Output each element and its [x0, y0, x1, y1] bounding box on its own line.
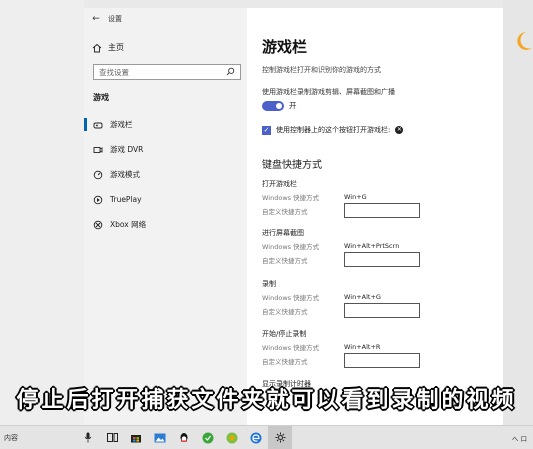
- sidebar-nav: 游戏栏 游戏 DVR 游戏模式 TruePlay Xbox 网络: [84, 112, 247, 237]
- custom-shortcut-input[interactable]: [344, 203, 420, 218]
- dvr-icon: [93, 145, 103, 155]
- windows-shortcut-row: Windows 快捷方式 Win+Alt+G: [262, 292, 492, 302]
- home-label: 主页: [108, 43, 124, 52]
- task-view-icon[interactable]: [100, 426, 124, 449]
- windows-shortcut-value: Win+G: [344, 193, 367, 201]
- game-bar-icon: [93, 120, 103, 130]
- main-content: 游戏栏 控制游戏栏打开和识别你的游戏的方式 使用游戏栏录制游戏剪辑、屏幕截图和广…: [262, 8, 503, 425]
- 360-icon[interactable]: [220, 426, 244, 449]
- video-caption: 停止后打开捕获文件夹就可以看到录制的视频: [16, 388, 517, 413]
- trueplay-icon: [93, 195, 103, 205]
- home-link[interactable]: 主页: [92, 42, 124, 53]
- custom-shortcut-row: 自定义快捷方式: [262, 302, 492, 319]
- sidebar-item-label: Xbox 网络: [110, 220, 147, 229]
- shortcut-name: 打开游戏栏: [262, 180, 297, 188]
- titlebar: ← 设置: [84, 8, 247, 30]
- custom-shortcut-label: 自定义快捷方式: [262, 357, 308, 366]
- microphone-icon[interactable]: [76, 426, 100, 449]
- qq-icon[interactable]: [172, 426, 196, 449]
- sidebar-item-game-bar[interactable]: 游戏栏: [84, 112, 247, 137]
- sidebar-item-xbox-network[interactable]: Xbox 网络: [84, 212, 247, 237]
- app-icon[interactable]: [196, 426, 220, 449]
- shortcut-group-open-game-bar: 打开游戏栏 Windows 快捷方式 Win+G 自定义快捷方式: [262, 179, 492, 219]
- shortcut-name: 进行屏幕截图: [262, 229, 304, 237]
- photos-icon[interactable]: [148, 426, 172, 449]
- controller-button-checkbox[interactable]: ✓: [262, 125, 271, 135]
- home-icon: [92, 43, 102, 53]
- windows-shortcut-row: Windows 快捷方式 Win+Alt+R: [262, 342, 492, 352]
- windows-shortcut-label: Windows 快捷方式: [262, 344, 320, 352]
- search-icon: [226, 67, 235, 78]
- moon-icon: [517, 32, 532, 50]
- custom-shortcut-label: 自定义快捷方式: [262, 307, 308, 316]
- sidebar-item-game-mode[interactable]: 游戏模式: [84, 162, 247, 187]
- custom-shortcut-label: 自定义快捷方式: [262, 207, 308, 216]
- shortcut-name: 录制: [262, 280, 276, 288]
- game-mode-icon: [93, 170, 103, 180]
- toggle-state-label: 开: [289, 101, 297, 110]
- custom-shortcut-row: 自定义快捷方式: [262, 202, 492, 219]
- settings-icon[interactable]: [268, 426, 292, 449]
- controller-checkbox-label: 使用控制器上的这个按钮打开游戏栏:: [276, 126, 391, 134]
- sidebar: ← 设置 主页 查找设置 游戏 游戏栏 游戏 DVR 游戏模式 TruePlay…: [84, 8, 247, 425]
- sidebar-item-label: TruePlay: [110, 195, 142, 204]
- custom-shortcut-row: 自定义快捷方式: [262, 251, 492, 268]
- system-tray[interactable]: へ 口: [512, 433, 533, 443]
- search-placeholder: 查找设置: [99, 67, 129, 77]
- windows-shortcut-value: Win+Alt+PrtScrn: [344, 242, 400, 250]
- windows-shortcut-label: Windows 快捷方式: [262, 294, 320, 302]
- tray-text: へ 口: [511, 434, 527, 443]
- taskbar: 内容 へ 口: [0, 425, 533, 449]
- controller-checkbox-row: ✓ 使用控制器上的这个按钮打开游戏栏: ✕: [262, 125, 404, 135]
- store-icon[interactable]: [124, 426, 148, 449]
- record-toggle-row: 开: [262, 100, 297, 111]
- windows-shortcut-value: Win+Alt+G: [344, 293, 381, 301]
- taskbar-search[interactable]: 内容: [0, 433, 76, 443]
- windows-shortcut-value: Win+Alt+R: [344, 343, 381, 351]
- xbox-icon: [93, 220, 103, 230]
- windows-shortcut-label: Windows 快捷方式: [262, 194, 320, 202]
- search-settings-input[interactable]: 查找设置: [93, 64, 241, 80]
- windows-shortcut-row: Windows 快捷方式 Win+Alt+PrtScrn: [262, 241, 492, 251]
- sidebar-item-game-dvr[interactable]: 游戏 DVR: [84, 137, 247, 162]
- edge-icon[interactable]: [244, 426, 268, 449]
- custom-shortcut-label: 自定义快捷方式: [262, 256, 308, 265]
- taskbar-search-text: 内容: [4, 433, 18, 442]
- shortcut-group-screenshot: 进行屏幕截图 Windows 快捷方式 Win+Alt+PrtScrn 自定义快…: [262, 228, 492, 268]
- sidebar-item-trueplay[interactable]: TruePlay: [84, 187, 247, 212]
- shortcuts-section-title: 键盘快捷方式: [262, 160, 322, 171]
- custom-shortcut-input[interactable]: [344, 252, 420, 267]
- sidebar-item-label: 游戏 DVR: [110, 145, 144, 154]
- page-title: 游戏栏: [262, 38, 308, 56]
- category-heading: 游戏: [93, 93, 109, 102]
- record-toggle-label: 使用游戏栏录制游戏剪辑、屏幕截图和广播: [262, 88, 395, 96]
- page-description: 控制游戏栏打开和识别你的游戏的方式: [262, 66, 381, 74]
- custom-shortcut-row: 自定义快捷方式: [262, 352, 492, 369]
- xbox-button-icon: ✕: [395, 126, 404, 134]
- record-toggle[interactable]: [262, 100, 284, 111]
- desktop-background-left: [0, 0, 84, 425]
- back-button[interactable]: ←: [84, 14, 108, 24]
- shortcut-group-start-stop-recording: 开始/停止录制 Windows 快捷方式 Win+Alt+R 自定义快捷方式: [262, 329, 492, 369]
- settings-window: ← 设置 主页 查找设置 游戏 游戏栏 游戏 DVR 游戏模式 TruePlay…: [84, 8, 503, 425]
- shortcut-group-record: 录制 Windows 快捷方式 Win+Alt+G 自定义快捷方式: [262, 279, 492, 319]
- windows-shortcut-row: Windows 快捷方式 Win+G: [262, 192, 492, 202]
- sidebar-item-label: 游戏模式: [110, 170, 140, 179]
- shortcut-name: 开始/停止录制: [262, 330, 307, 338]
- desktop-background-right: [503, 0, 533, 425]
- sidebar-item-label: 游戏栏: [110, 120, 133, 129]
- window-title: 设置: [108, 15, 122, 23]
- custom-shortcut-input[interactable]: [344, 353, 420, 368]
- custom-shortcut-input[interactable]: [344, 303, 420, 318]
- windows-shortcut-label: Windows 快捷方式: [262, 243, 320, 251]
